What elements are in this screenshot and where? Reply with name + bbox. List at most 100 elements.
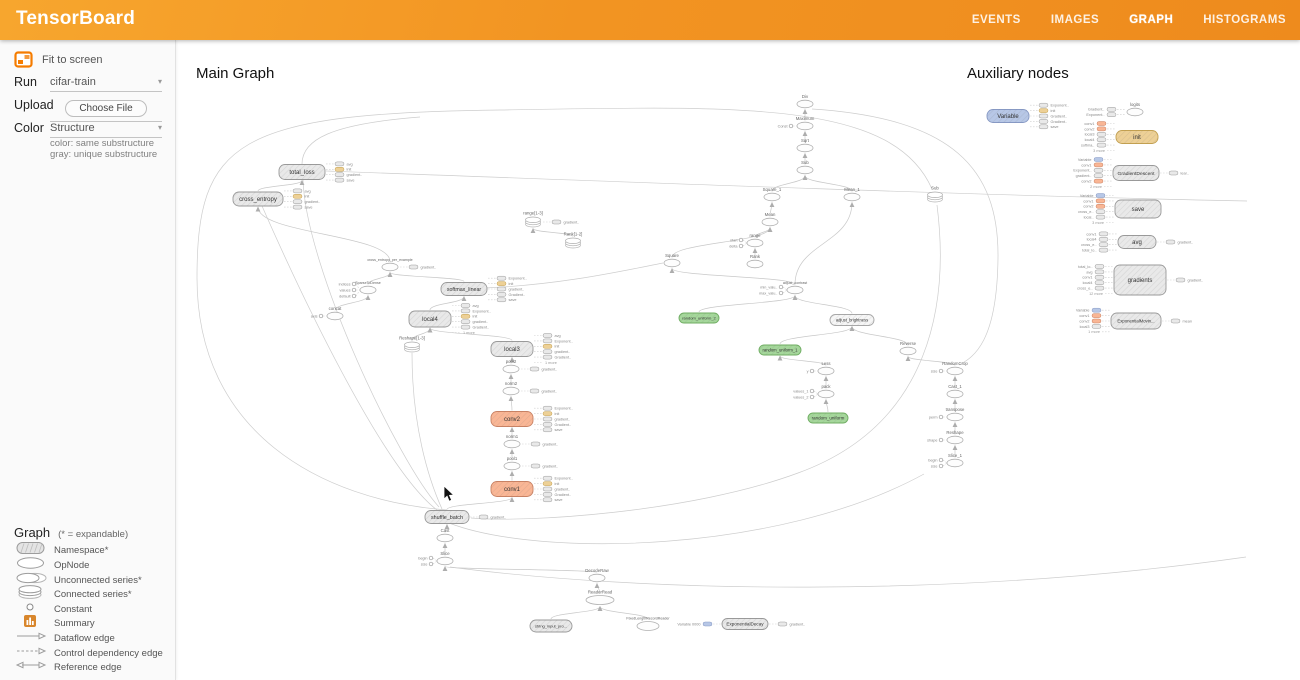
graph-node-gradients[interactable]: gradientsgradient..total_lo..avgconv1loc… xyxy=(1077,265,1203,296)
svg-text:conv2: conv2 xyxy=(504,417,521,423)
graph-edge xyxy=(511,397,512,411)
graph-edge xyxy=(447,498,512,510)
graph-node-cross_entropy[interactable]: cross_entropyavginitgradient..save xyxy=(233,189,320,210)
graph-node-concat[interactable]: concataxis xyxy=(311,306,343,320)
graph-node-Square_1[interactable]: Square_1 xyxy=(763,187,782,201)
choose-file-button[interactable]: Choose File xyxy=(65,100,146,117)
graph-node-logits[interactable]: logitsGradient..Exponent.. xyxy=(1086,102,1143,117)
constant-icon xyxy=(14,600,50,614)
graph-node-range13[interactable]: range[1-3]gradient.. xyxy=(523,211,579,228)
graph-node-Slice_1[interactable]: Slice_1beginsize xyxy=(928,453,963,468)
nav-item-images[interactable]: IMAGES xyxy=(1051,14,1099,26)
svg-text:Exponent..: Exponent.. xyxy=(555,339,573,343)
graph-node-random_uniform_2[interactable]: random_uniform_2 xyxy=(679,313,719,323)
run-select[interactable]: cifar-train ▾ xyxy=(50,76,162,92)
graph-node-pack[interactable]: packvalues_1values_2 xyxy=(793,384,834,399)
graph-node-conv2[interactable]: conv2Exponent..initgradient..Gradient..s… xyxy=(491,406,573,432)
graph-node-softmax_linear[interactable]: softmax_linearExponent..initgradient..Gr… xyxy=(441,276,527,302)
graph-node-adjust_brightness[interactable]: adjust_brightness xyxy=(830,315,874,326)
graph-node-conv1[interactable]: conv1Exponent..initgradient..Gradient..s… xyxy=(491,476,573,502)
svg-text:Exponent..: Exponent.. xyxy=(1073,169,1091,173)
graph-node-string_input[interactable]: string_input_pro... xyxy=(530,620,572,632)
svg-text:cross_entropy_per_example: cross_entropy_per_example xyxy=(367,258,412,262)
graph-node-Rank[interactable]: Rank xyxy=(747,254,763,268)
graph-node-Reverse[interactable]: Reverse xyxy=(900,341,917,355)
graph-node-init[interactable]: initconv1conv2local3local4softma..3 more xyxy=(1081,122,1158,153)
svg-text:init: init xyxy=(509,282,515,286)
svg-text:Gradient..: Gradient.. xyxy=(555,493,572,497)
svg-text:total_lo..: total_lo.. xyxy=(1078,265,1092,269)
svg-text:shuffle_batch: shuffle_batch xyxy=(431,515,463,521)
graph-node-Sub_a[interactable]: Sub xyxy=(797,160,813,174)
graph-node-FixedLengthRecordReader[interactable]: FixedLengthRecordReader xyxy=(626,616,670,630)
svg-text:gradient..: gradient.. xyxy=(542,367,558,371)
graph-node-range[interactable]: rangestartdelta xyxy=(729,233,763,248)
svg-text:Mean: Mean xyxy=(765,212,776,217)
graph-node-avg[interactable]: avggradient..conv1local4cross_e..total_l… xyxy=(1081,232,1193,253)
graph-node-local4[interactable]: local4avgExponent..initgradient..Gradien… xyxy=(409,304,491,335)
graph-node-ExponentialMovin[interactable]: ExponentialMovin...meanVariableconv1conv… xyxy=(1076,308,1192,334)
svg-text:Gradient..: Gradient.. xyxy=(473,326,490,330)
graph-node-random_uniform_1[interactable]: random_uniform_1 xyxy=(759,345,801,355)
graph-node-GradientDescent[interactable]: GradientDescentlear..Variableconv1Expone… xyxy=(1073,158,1188,189)
graph-node-Sub_s[interactable]: Sub xyxy=(928,186,943,203)
graph-node-Variable[interactable]: VariableExponent..initGradient..Gradient… xyxy=(987,103,1069,129)
graph-node-DecodeRaw[interactable]: DecodeRaw xyxy=(585,568,609,582)
graph-node-random_uniform[interactable]: random_uniform xyxy=(808,413,848,423)
nav-item-events[interactable]: EVENTS xyxy=(972,14,1021,26)
graph-legend: Graph (* = expandable) Namespace*OpNodeU… xyxy=(14,525,174,675)
graph-node-Slice[interactable]: Slicebeginsize xyxy=(418,551,453,566)
svg-text:indices: indices xyxy=(339,282,351,286)
graph-node-Mean[interactable]: Mean xyxy=(762,212,778,226)
svg-text:pack: pack xyxy=(821,384,831,389)
nav-item-histograms[interactable]: HISTOGRAMS xyxy=(1203,14,1286,26)
graph-node-Cast_1[interactable]: Cast_1 xyxy=(947,384,963,398)
graph-node-Rank12[interactable]: Rank[1-2] xyxy=(564,232,583,249)
svg-text:Gradient..: Gradient.. xyxy=(1088,108,1105,112)
svg-text:gradient..: gradient.. xyxy=(491,515,507,519)
nav-item-graph[interactable]: GRAPH xyxy=(1129,14,1173,26)
graph-node-Cast[interactable]: Cast xyxy=(437,528,453,542)
graph-node-shuffle_batch[interactable]: shuffle_batch gradient.. xyxy=(425,511,506,524)
graph-canvas[interactable]: total_lossavginitgradient..save cross_ent… xyxy=(175,40,1300,680)
svg-text:Variable: Variable xyxy=(997,114,1019,120)
graph-node-local3[interactable]: local3avgExponent..initgradient..Gradien… xyxy=(491,334,573,365)
svg-text:Gradient..: Gradient.. xyxy=(555,356,572,360)
svg-text:init: init xyxy=(1133,135,1141,141)
graph-node-cepe[interactable]: cross_entropy_per_examplegradient.. xyxy=(367,258,436,271)
graph-node-RandomCrop[interactable]: RandomCropsize xyxy=(931,361,969,375)
graph-node-transpose[interactable]: transposeperm xyxy=(929,407,965,421)
graph-node-Mean_1[interactable]: Mean_1 xyxy=(844,187,860,201)
graph-node-norm1[interactable]: norm1gradient.. xyxy=(504,434,558,448)
svg-text:conv1: conv1 xyxy=(1081,163,1091,167)
namespace-icon xyxy=(14,541,50,555)
color-select[interactable]: Structure ▾ xyxy=(50,122,162,138)
dataflow-edge-icon xyxy=(14,629,50,643)
graph-node-Reshape13[interactable]: Reshape[1-3] xyxy=(399,336,425,353)
svg-text:FixedLengthRecordReader: FixedLengthRecordReader xyxy=(626,616,670,620)
graph-node-ReaderRead[interactable]: ReaderRead xyxy=(586,589,614,604)
graph-node-adjust_contrast[interactable]: adjust_contrastmin_valu..max_valu.. xyxy=(759,281,807,295)
graph-node-Square[interactable]: Square xyxy=(664,253,680,267)
graph-node-Maximum[interactable]: MaximumConst xyxy=(778,116,815,130)
svg-text:avg: avg xyxy=(305,189,311,193)
graph-node-Div[interactable]: Div xyxy=(797,94,813,108)
graph-node-ExponentialDecay[interactable]: ExponentialDecaygradient..Variable 0000 xyxy=(677,619,805,630)
graph-node-pool1[interactable]: pool1gradient.. xyxy=(504,456,558,470)
fit-to-screen-label: Fit to screen xyxy=(42,54,103,66)
graph-node-total_loss[interactable]: total_lossavginitgradient..save xyxy=(279,162,362,183)
svg-text:3 more: 3 more xyxy=(1093,149,1105,153)
upload-label: Upload xyxy=(14,98,54,112)
graph-node-norm2[interactable]: norm2gradient.. xyxy=(503,381,557,395)
svg-text:2 more: 2 more xyxy=(1090,185,1102,189)
legend-item-label: Control dependency edge xyxy=(54,648,163,659)
graph-node-Sqrt[interactable]: Sqrt xyxy=(797,138,813,152)
svg-text:pool2: pool2 xyxy=(506,359,517,364)
svg-text:conv1: conv1 xyxy=(1084,122,1094,126)
graph-node-SparseToDense[interactable]: SparseToDenseindicesvaluesdefault xyxy=(339,281,381,298)
svg-text:Cast: Cast xyxy=(441,528,451,533)
graph-node-Reshape[interactable]: Reshapeshape xyxy=(927,430,964,444)
fit-to-screen-button[interactable]: Fit to screen xyxy=(14,51,103,68)
svg-text:Exponent..: Exponent.. xyxy=(509,277,527,281)
svg-text:pool1: pool1 xyxy=(507,456,518,461)
